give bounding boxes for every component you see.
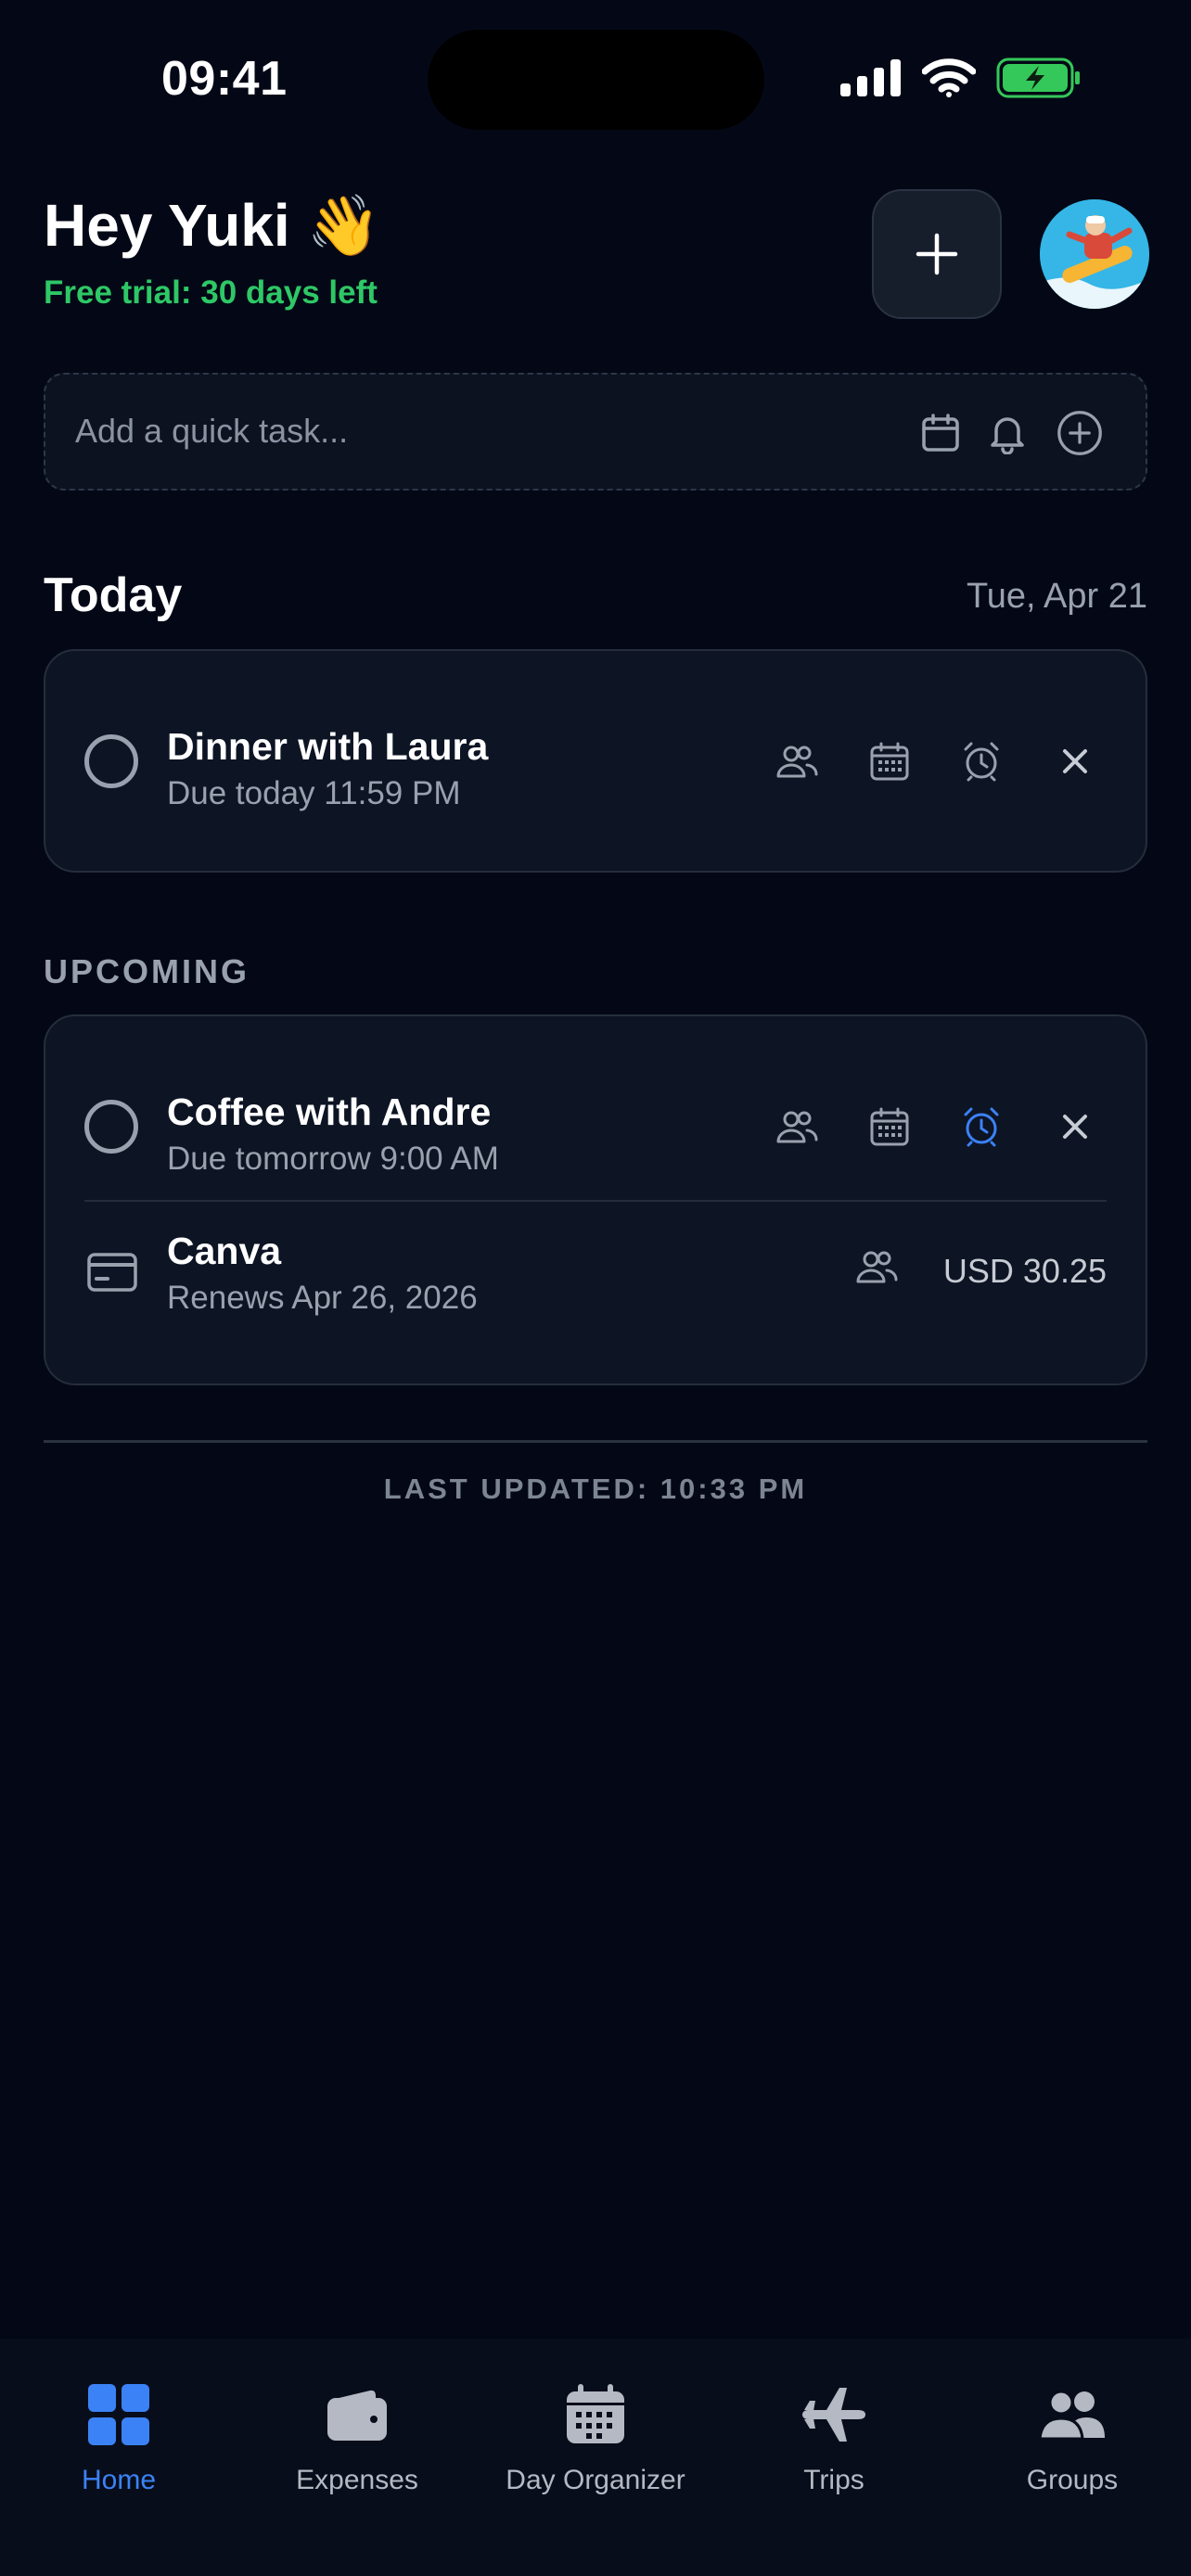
today-date: Tue, Apr 21 [966,577,1147,616]
subscription-renewal: Renews Apr 26, 2026 [167,1280,478,1316]
bell-icon[interactable] [984,410,1031,456]
nav-item-groups[interactable]: Groups [954,2339,1191,2524]
task-title: Coffee with Andre [167,1090,492,1133]
calendar-grid-icon[interactable] [865,737,914,785]
task-row[interactable]: Dinner with Laura Due today 11:59 PM [45,688,1146,835]
people-icon[interactable] [773,1103,821,1151]
calendar-icon [558,2378,633,2452]
avatar[interactable] [1040,199,1149,309]
wifi-icon [921,58,977,102]
plane-icon [797,2378,871,2452]
upcoming-card: Coffee with Andre Due tomorrow 9:00 AM C… [44,1014,1147,1385]
subscription-amount: USD 30.25 [942,1252,1107,1290]
status-icons [840,57,1082,103]
page-divider [44,1440,1147,1443]
status-time: 09:41 [161,52,288,106]
add-circle-icon[interactable] [1057,410,1103,456]
last-updated-text: LAST UPDATED: 10:33 PM [383,1473,808,1505]
people-icon[interactable] [852,1243,901,1291]
credit-card-icon [86,1246,138,1298]
task-row[interactable]: Coffee with Andre Due tomorrow 9:00 AM [45,1053,1146,1200]
nav-label: Groups [1026,2465,1119,2495]
battery-icon [996,57,1082,103]
add-button[interactable] [872,189,1002,319]
task-title: Dinner with Laura [167,725,489,768]
quick-task-input[interactable] [75,412,817,451]
dynamic-island [428,30,764,130]
nav-label: Expenses [296,2465,418,2495]
task-due: Due today 11:59 PM [167,775,461,811]
nav-item-day-organizer[interactable]: Day Organizer [477,2339,714,2524]
people-icon[interactable] [773,737,821,785]
task-checkbox[interactable] [84,1100,138,1154]
wallet-icon [320,2378,394,2452]
signal-icon [840,59,902,101]
task-due: Due tomorrow 9:00 AM [167,1141,499,1177]
quick-task-bar [44,373,1147,491]
plus-icon [916,233,958,275]
calendar-grid-icon[interactable] [865,1103,914,1151]
nav-label: Trips [803,2465,864,2495]
alarm-icon[interactable] [957,737,1005,785]
nav-label: Home [81,2465,157,2495]
nav-label: Day Organizer [506,2465,685,2495]
nav-item-expenses[interactable]: Expenses [238,2339,476,2524]
nav-item-home[interactable]: Home [0,2339,237,2524]
greeting-title: Hey Yuki 👋 [44,192,381,259]
subscription-row[interactable]: Canva Renews Apr 26, 2026 USD 30.25 [45,1202,1146,1348]
status-bar: 09:41 [0,0,1191,139]
upcoming-heading: UPCOMING [44,952,250,990]
close-icon[interactable] [1051,1103,1099,1151]
people-icon [1035,2378,1109,2452]
subscription-name: Canva [167,1230,282,1272]
avatar-snowboarder-icon [1040,199,1149,309]
task-checkbox[interactable] [84,734,138,788]
nav-item-trips[interactable]: Trips [715,2339,953,2524]
close-icon[interactable] [1051,737,1099,785]
grid-icon [82,2378,156,2452]
alarm-active-icon[interactable] [957,1103,1005,1151]
today-card: Dinner with Laura Due today 11:59 PM [44,649,1147,873]
calendar-icon[interactable] [917,410,964,456]
today-heading: Today [44,568,183,622]
bottom-nav: Home Expenses Day Organizer Trips Groups [0,2339,1191,2576]
trial-status[interactable]: Free trial: 30 days left [44,274,378,312]
